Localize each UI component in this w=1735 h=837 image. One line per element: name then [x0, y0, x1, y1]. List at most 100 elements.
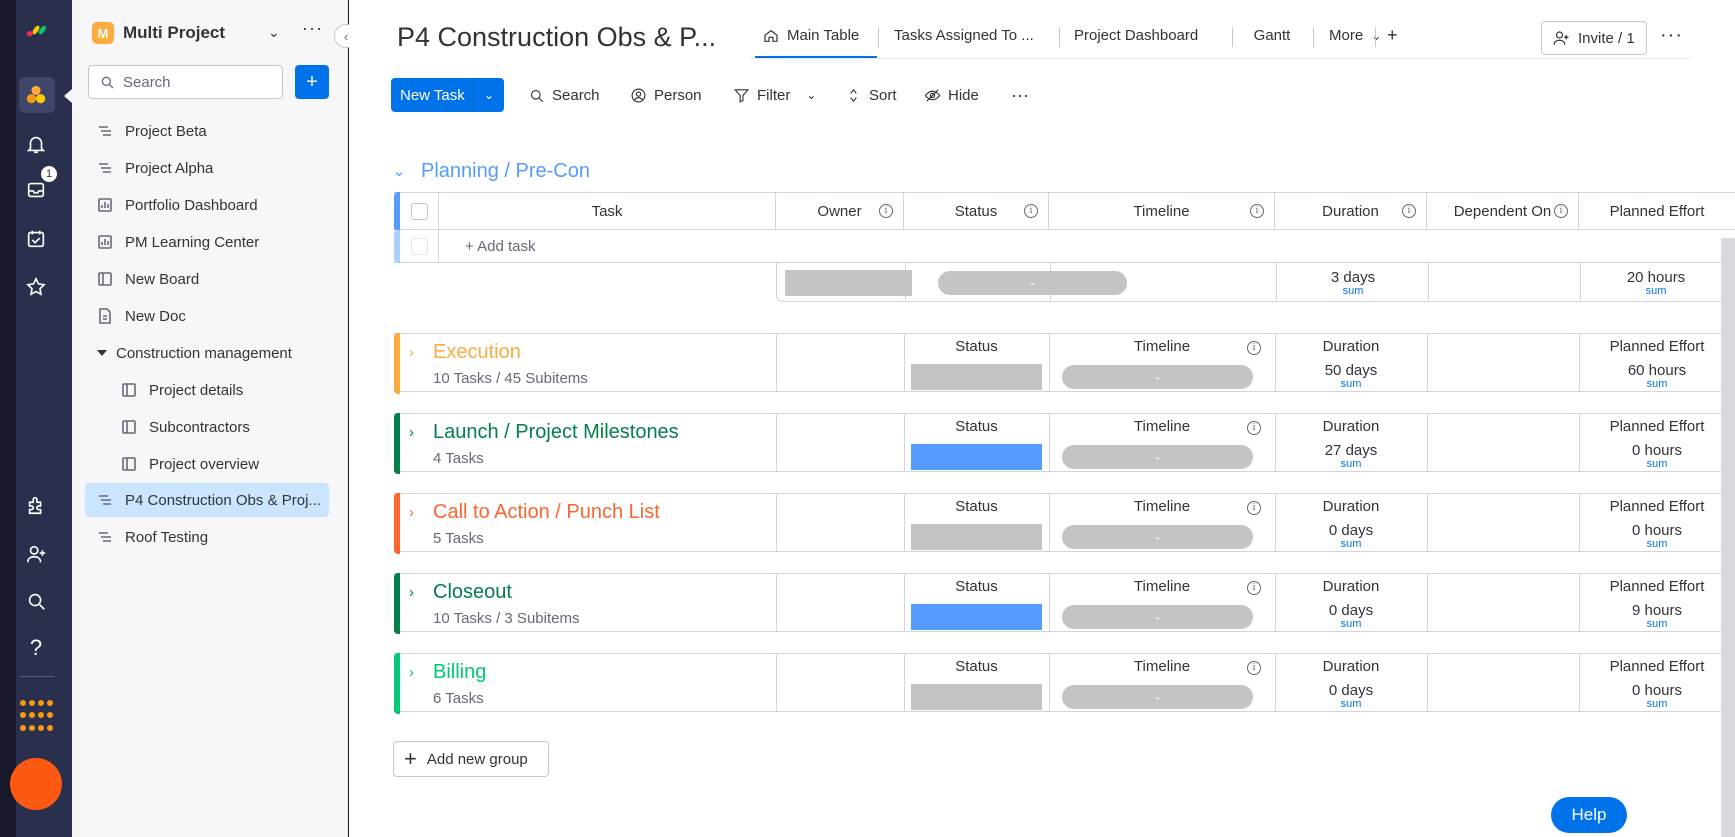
group-title[interactable]: Billing — [433, 661, 486, 684]
info-icon[interactable]: i — [1250, 204, 1264, 218]
timeline-summary-pill[interactable]: - — [1062, 365, 1253, 389]
tab-tasks-assigned[interactable]: Tasks Assigned To ... — [894, 27, 1034, 44]
status-summary-bar[interactable] — [911, 364, 1042, 390]
chevron-down-icon[interactable]: ⌄ — [391, 162, 407, 180]
timeline-summary-pill[interactable]: - — [1062, 525, 1253, 549]
search-button[interactable]: Search — [528, 78, 600, 112]
group-title[interactable]: Call to Action / Punch List — [433, 501, 660, 524]
collapsed-group-row[interactable]: › Launch / Project Milestones 4 Tasks Statu… — [394, 413, 1735, 474]
add-task-input[interactable]: + Add task — [439, 230, 1735, 262]
group-title[interactable]: Launch / Project Milestones — [433, 421, 679, 444]
tab-project-dashboard[interactable]: Project Dashboard — [1074, 27, 1198, 44]
tab-more[interactable]: More ⌄ — [1329, 27, 1381, 44]
page-title[interactable]: P4 Construction Obs & P... — [397, 22, 716, 53]
hide-button[interactable]: Hide — [924, 78, 979, 112]
sort-button[interactable]: Sort — [845, 78, 897, 112]
chevron-right-icon[interactable]: › — [409, 584, 414, 601]
chevron-right-icon[interactable]: › — [409, 504, 414, 521]
column-duration[interactable]: Duration i — [1275, 193, 1427, 229]
column-timeline[interactable]: Timeline i — [1049, 193, 1275, 229]
info-icon[interactable]: i — [1402, 204, 1416, 218]
timeline-summary-pill[interactable]: - — [1062, 605, 1253, 629]
bell-icon[interactable] — [22, 130, 50, 158]
group-title[interactable]: Planning / Pre-Con — [421, 160, 590, 183]
collapsed-group-row[interactable]: › Billing 6 Tasks Status Timeline i Duration Pl… — [394, 653, 1735, 714]
board-more-icon[interactable]: ··· — [1660, 24, 1683, 47]
status-summary-bar[interactable] — [911, 684, 1042, 710]
tab-separator — [1059, 27, 1060, 47]
column-status[interactable]: Status i — [904, 193, 1049, 229]
add-item-button[interactable]: + — [295, 65, 329, 99]
sidebar-item-p4-construction[interactable]: P4 Construction Obs & Proj... — [85, 483, 329, 517]
tab-gantt[interactable]: Gantt — [1232, 27, 1312, 44]
chevron-right-icon[interactable]: › — [409, 664, 414, 681]
monday-logo-icon[interactable] — [22, 16, 50, 44]
workspace-header[interactable]: M Multi Project — [92, 22, 225, 44]
collapsed-group-row[interactable]: › Execution 10 Tasks / 45 Subitems Status Ti… — [394, 333, 1735, 394]
chevron-down-icon[interactable]: ⌄ — [806, 88, 816, 102]
column-owner[interactable]: Owner i — [776, 193, 904, 229]
info-icon[interactable]: i — [1247, 661, 1261, 675]
column-dependent-on[interactable]: Dependent On i — [1427, 193, 1579, 229]
status-summary-bar[interactable] — [911, 444, 1042, 470]
sidebar-item-roof-testing[interactable]: Roof Testing — [85, 520, 329, 554]
column-planned-effort[interactable]: Planned Effort — [1579, 193, 1735, 229]
chevron-right-icon[interactable]: › — [409, 424, 414, 441]
sidebar-item-project-alpha[interactable]: Project Alpha — [85, 151, 329, 185]
group-title[interactable]: Execution — [433, 341, 521, 364]
help-button[interactable]: Help — [1551, 797, 1627, 833]
vertical-scrollbar[interactable] — [1721, 238, 1735, 837]
chevron-right-icon[interactable]: › — [409, 344, 414, 361]
sidebar-item-new-board[interactable]: New Board — [85, 262, 329, 296]
search-icon[interactable] — [22, 587, 50, 615]
help-icon[interactable]: ? — [22, 634, 50, 662]
star-icon[interactable] — [22, 273, 50, 301]
invite-button[interactable]: Invite / 1 — [1541, 21, 1647, 55]
select-all-checkbox[interactable] — [410, 202, 428, 220]
info-icon[interactable]: i — [879, 204, 893, 218]
sidebar-folder-construction-management[interactable]: Construction management — [85, 336, 329, 370]
sidebar-item-project-beta[interactable]: Project Beta — [85, 114, 329, 148]
status-summary-bar[interactable] — [911, 604, 1042, 630]
info-icon[interactable]: i — [1247, 501, 1261, 515]
info-icon[interactable]: i — [1247, 341, 1261, 355]
timeline-summary-pill[interactable]: - — [938, 271, 1127, 295]
avatar[interactable] — [10, 758, 62, 810]
tab-main-table[interactable]: Main Table — [763, 27, 859, 44]
toolbar-more-icon[interactable]: ··· — [1011, 78, 1029, 112]
new-task-button[interactable]: New Task ⌄ — [391, 78, 504, 112]
add-new-group-button[interactable]: + Add new group — [393, 741, 549, 777]
timeline-summary-pill[interactable]: - — [1062, 685, 1253, 709]
more-icon[interactable]: ··· — [302, 18, 323, 39]
info-icon[interactable]: i — [1554, 204, 1568, 218]
apps-grid-icon[interactable] — [20, 700, 54, 734]
sidebar-item-portfolio-dashboard[interactable]: Portfolio Dashboard — [85, 188, 329, 222]
add-view-button[interactable]: + — [1387, 25, 1398, 46]
sidebar-item-pm-learning-center[interactable]: PM Learning Center — [85, 225, 329, 259]
sidebar-item-project-overview[interactable]: Project overview — [109, 447, 329, 481]
info-icon[interactable]: i — [1247, 421, 1261, 435]
collapsed-group-row[interactable]: › Closeout 10 Tasks / 3 Subitems Status Time… — [394, 573, 1735, 634]
sidebar-item-new-doc[interactable]: New Doc — [85, 299, 329, 333]
info-icon[interactable]: i — [1024, 204, 1038, 218]
collapsed-group-row[interactable]: › Call to Action / Punch List 5 Tasks Statu… — [394, 493, 1735, 554]
sidebar-search-input[interactable]: Search — [88, 65, 283, 99]
my-work-icon[interactable] — [22, 225, 50, 253]
group-title[interactable]: Closeout — [433, 581, 512, 604]
select-all-cell[interactable] — [400, 193, 439, 229]
status-summary-bar[interactable] — [911, 524, 1042, 550]
status-summary-bar[interactable] — [785, 270, 912, 296]
new-task-dropdown-icon[interactable]: ⌄ — [473, 78, 504, 112]
sidebar-item-project-details[interactable]: Project details — [109, 373, 329, 407]
filter-button[interactable]: Filter ⌄ — [733, 78, 816, 112]
info-icon[interactable]: i — [1247, 581, 1261, 595]
sidebar-item-subcontractors[interactable]: Subcontractors — [109, 410, 329, 444]
workspace-icon[interactable] — [22, 81, 50, 109]
apps-puzzle-icon[interactable] — [22, 491, 50, 519]
person-filter-button[interactable]: Person — [630, 78, 702, 112]
column-task[interactable]: Task — [439, 193, 776, 229]
group-header-planning[interactable]: ⌄ Planning / Pre-Con — [391, 156, 590, 186]
invite-user-icon[interactable] — [22, 540, 50, 568]
chevron-down-icon[interactable]: ⌄ — [268, 24, 280, 41]
timeline-summary-pill[interactable]: - — [1062, 445, 1253, 469]
